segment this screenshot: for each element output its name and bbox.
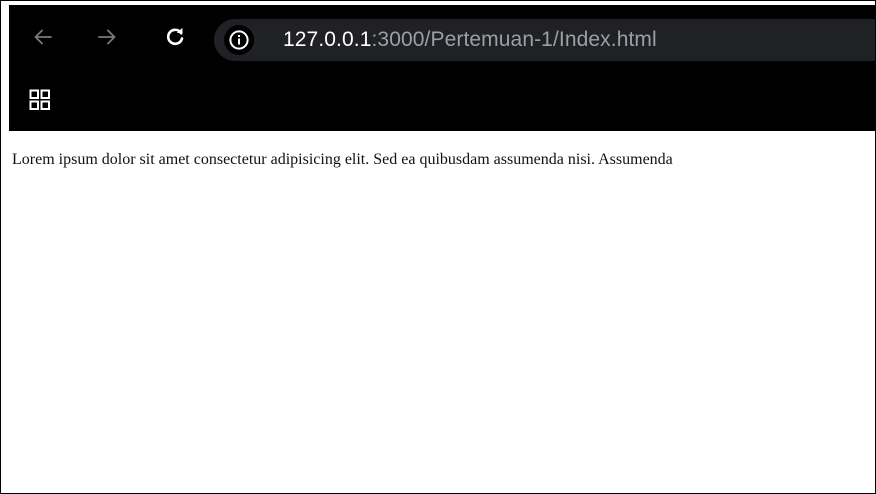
- apps-grid-icon: [29, 89, 50, 110]
- lorem-paragraph: Lorem ipsum dolor sit amet consectetur a…: [12, 151, 673, 168]
- back-button[interactable]: [29, 23, 57, 51]
- apps-button[interactable]: [27, 87, 53, 113]
- address-bar[interactable]: 127.0.0.1:3000/Pertemuan-1/Index.html: [214, 19, 875, 61]
- arrow-right-icon: [98, 29, 116, 45]
- arrow-left-icon: [34, 29, 52, 45]
- reload-button[interactable]: [161, 23, 189, 51]
- reload-icon: [166, 27, 184, 46]
- browser-window: 127.0.0.1:3000/Pertemuan-1/Index.html Lo…: [0, 0, 876, 494]
- url-path: :3000/Pertemuan-1/Index.html: [371, 28, 657, 51]
- browser-toolbar: 127.0.0.1:3000/Pertemuan-1/Index.html: [9, 5, 875, 131]
- url-host: 127.0.0.1: [283, 28, 372, 51]
- page-content: Lorem ipsum dolor sit amet consectetur a…: [9, 131, 875, 493]
- info-icon: [229, 30, 249, 50]
- url-text[interactable]: 127.0.0.1:3000/Pertemuan-1/Index.html: [283, 19, 657, 61]
- site-info-button[interactable]: [224, 25, 254, 55]
- forward-button[interactable]: [93, 23, 121, 51]
